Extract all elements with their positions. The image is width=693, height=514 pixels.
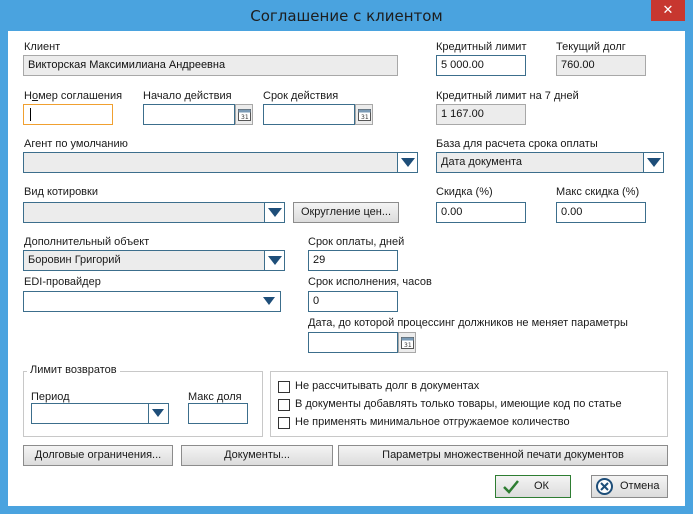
edi-provider-label: EDI-провайдер bbox=[24, 276, 101, 288]
returns-limit-title: Лимит возвратов bbox=[27, 364, 120, 376]
checkbox-no-debt-calc[interactable] bbox=[278, 381, 290, 393]
discount-input[interactable]: 0.00 bbox=[436, 202, 526, 223]
extra-object-label: Дополнительный объект bbox=[24, 236, 150, 248]
chevron-down-icon[interactable] bbox=[264, 251, 284, 270]
agreement-number-input[interactable] bbox=[23, 104, 113, 125]
credit-limit-field[interactable]: 5 000.00 bbox=[436, 55, 526, 76]
processing-date-input[interactable] bbox=[308, 332, 398, 353]
check-icon bbox=[502, 479, 520, 503]
agreement-number-label: Номер соглашения bbox=[24, 90, 123, 102]
max-discount-label: Макс скидка (%) bbox=[556, 186, 640, 198]
client-label: Клиент bbox=[24, 41, 61, 53]
execution-hours-input[interactable]: 0 bbox=[308, 291, 398, 312]
debt-limits-button[interactable]: Долговые ограничения... bbox=[23, 445, 173, 466]
period-select[interactable] bbox=[31, 403, 169, 424]
calendar-icon[interactable]: 31 bbox=[235, 104, 253, 125]
svg-text:31: 31 bbox=[241, 114, 249, 121]
calendar-icon[interactable]: 31 bbox=[398, 332, 416, 353]
extra-object-select[interactable]: Боровин Григорий bbox=[23, 250, 285, 271]
client-field[interactable]: Викторская Максимилиана Андреевна bbox=[23, 55, 398, 76]
option-label: Не применять минимальное отгружаемое кол… bbox=[295, 416, 570, 428]
chevron-down-icon[interactable] bbox=[260, 292, 280, 311]
edi-provider-select[interactable] bbox=[23, 291, 281, 312]
dialog-body: Клиент Викторская Максимилиана Андреевна… bbox=[8, 31, 685, 506]
max-discount-input[interactable]: 0.00 bbox=[556, 202, 646, 223]
payment-days-label: Срок оплаты, дней bbox=[308, 236, 405, 248]
checkbox-no-min-quantity[interactable] bbox=[278, 417, 290, 429]
documents-button[interactable]: Документы... bbox=[181, 445, 333, 466]
end-date-label: Срок действия bbox=[263, 90, 339, 102]
svg-text:31: 31 bbox=[404, 342, 412, 349]
default-agent-select[interactable] bbox=[23, 152, 418, 173]
quote-type-select[interactable] bbox=[23, 202, 285, 223]
max-share-label: Макс доля bbox=[188, 391, 242, 403]
rounding-button[interactable]: Округление цен... bbox=[293, 202, 399, 223]
checkbox-only-coded-goods[interactable] bbox=[278, 399, 290, 411]
chevron-down-icon[interactable] bbox=[643, 153, 663, 172]
max-share-input[interactable] bbox=[188, 403, 248, 424]
current-debt-field: 760.00 bbox=[556, 55, 646, 76]
close-button[interactable]: ✕ bbox=[651, 0, 685, 21]
text-caret bbox=[30, 108, 31, 121]
calendar-icon[interactable]: 31 bbox=[355, 104, 373, 125]
svg-text:31: 31 bbox=[361, 114, 369, 121]
cancel-label: Отмена bbox=[620, 480, 660, 492]
option-label: В документы добавлять только товары, име… bbox=[295, 398, 622, 410]
ok-button[interactable]: ОК bbox=[495, 475, 571, 498]
chevron-down-icon[interactable] bbox=[148, 404, 168, 423]
dialog-window: Соглашение с клиентом ✕ Клиент Викторска… bbox=[0, 0, 693, 514]
current-debt-label: Текущий долг bbox=[556, 41, 626, 53]
cancel-icon bbox=[596, 478, 613, 503]
start-date-input[interactable] bbox=[143, 104, 235, 125]
payment-basis-select[interactable]: Дата документа bbox=[436, 152, 664, 173]
default-agent-label: Агент по умолчанию bbox=[24, 138, 128, 150]
start-date-label: Начало действия bbox=[143, 90, 232, 102]
execution-hours-label: Срок исполнения, часов bbox=[308, 276, 432, 288]
period-label: Период bbox=[31, 391, 70, 403]
end-date-input[interactable] bbox=[263, 104, 355, 125]
chevron-down-icon[interactable] bbox=[264, 203, 284, 222]
ok-label: ОК bbox=[534, 480, 549, 492]
cancel-button[interactable]: Отмена bbox=[591, 475, 668, 498]
print-params-button[interactable]: Параметры множественной печати документо… bbox=[338, 445, 668, 466]
payment-days-input[interactable]: 29 bbox=[308, 250, 398, 271]
chevron-down-icon[interactable] bbox=[397, 153, 417, 172]
quote-type-label: Вид котировки bbox=[24, 186, 98, 198]
title-bar[interactable]: Соглашение с клиентом ✕ bbox=[0, 0, 693, 31]
window-title: Соглашение с клиентом bbox=[250, 7, 443, 25]
option-label: Не рассчитывать долг в документах bbox=[295, 380, 480, 392]
credit-limit-label: Кредитный лимит bbox=[436, 41, 527, 53]
payment-basis-label: База для расчета срока оплаты bbox=[436, 138, 598, 150]
credit-limit-7d-label: Кредитный лимит на 7 дней bbox=[436, 90, 579, 102]
processing-date-label: Дата, до которой процессинг должников не… bbox=[308, 317, 628, 329]
credit-limit-7d-field: 1 167.00 bbox=[436, 104, 526, 125]
discount-label: Скидка (%) bbox=[436, 186, 493, 198]
